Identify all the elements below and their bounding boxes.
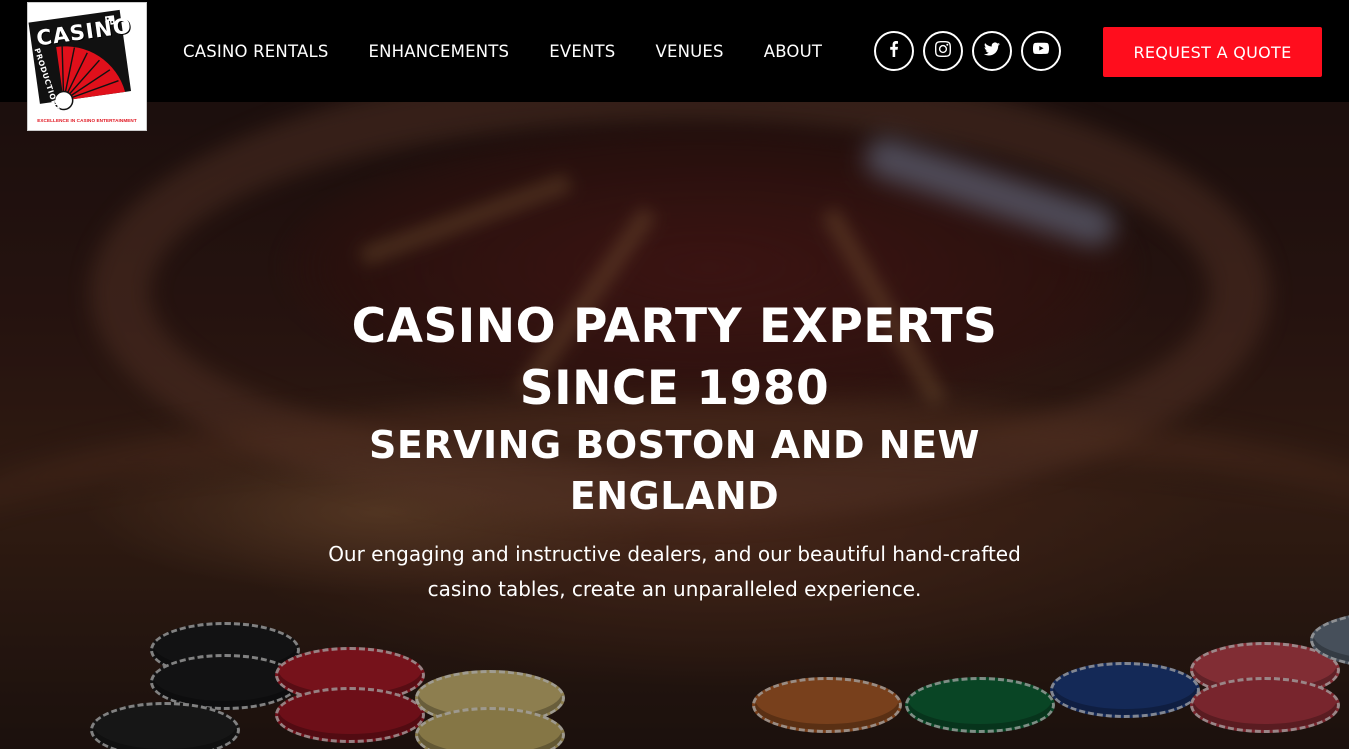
logo-tagline: EXCELLENCE IN CASINO ENTERTAINMENT	[37, 118, 137, 123]
request-quote-button[interactable]: REQUEST A QUOTE	[1103, 27, 1322, 77]
hero-headline-line2: SINCE 1980	[519, 361, 830, 416]
nav-item-venues[interactable]: VENUES	[635, 40, 743, 64]
facebook-icon	[886, 40, 902, 62]
nav-item-casino-rentals[interactable]: CASINO RENTALS	[163, 40, 349, 64]
hero-subheadline: SERVING BOSTON AND NEW ENGLAND	[0, 420, 1349, 522]
hero-headline: CASINO PARTY EXPERTS SINCE 1980	[0, 296, 1349, 420]
twitter-link[interactable]	[972, 31, 1012, 71]
site-header: CASINO RENTALS ENHANCEMENTS EVENTS VENUE…	[0, 0, 1349, 102]
youtube-icon	[1033, 41, 1049, 62]
nav-item-about[interactable]: ABOUT	[744, 40, 842, 64]
hero-description: Our engaging and instructive dealers, an…	[284, 537, 1065, 607]
hero-description-line1: Our engaging and instructive dealers, an…	[328, 542, 1021, 566]
twitter-icon	[984, 41, 1000, 62]
instagram-icon	[935, 40, 951, 62]
social-links	[874, 31, 1061, 71]
instagram-link[interactable]	[923, 31, 963, 71]
logo[interactable]: CASINO PRODUCTIONS EXCELLENCE IN CASINO …	[27, 2, 147, 131]
main-nav: CASINO RENTALS ENHANCEMENTS EVENTS VENUE…	[163, 40, 842, 64]
youtube-link[interactable]	[1021, 31, 1061, 71]
hero-subheadline-line1: SERVING BOSTON AND NEW	[369, 423, 980, 467]
hero-headline-line1: CASINO PARTY EXPERTS	[351, 299, 998, 354]
hero-subheadline-line2: ENGLAND	[569, 474, 780, 518]
facebook-link[interactable]	[874, 31, 914, 71]
hero-description-line2: casino tables, create an unparalleled ex…	[427, 577, 922, 601]
nav-item-enhancements[interactable]: ENHANCEMENTS	[349, 40, 530, 64]
nav-item-events[interactable]: EVENTS	[529, 40, 635, 64]
